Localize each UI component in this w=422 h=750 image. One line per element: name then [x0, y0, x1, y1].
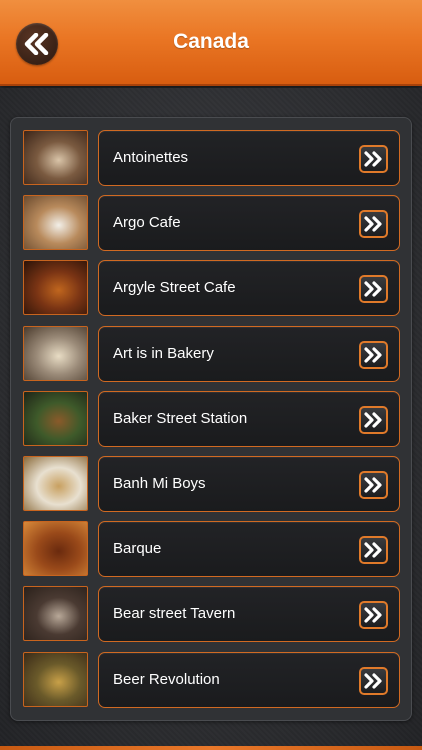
- list-item-button[interactable]: Bear street Tavern: [98, 586, 400, 642]
- arrow-button[interactable]: [359, 536, 388, 564]
- arrow-button[interactable]: [359, 601, 388, 629]
- arrow-button[interactable]: [359, 667, 388, 695]
- double-chevron-right-icon: [363, 477, 382, 493]
- list-item[interactable]: Baker Street Station: [23, 391, 401, 448]
- list-item-label: Antoinettes: [113, 149, 189, 166]
- restaurant-thumbnail: [23, 456, 88, 511]
- arrow-button[interactable]: [359, 341, 388, 369]
- list-item-button[interactable]: Argo Cafe: [98, 195, 400, 251]
- double-chevron-right-icon: [363, 281, 382, 297]
- list-item-label: Art is in Bakery: [113, 345, 214, 362]
- list-item-label: Argo Cafe: [113, 214, 181, 231]
- list-item[interactable]: Beer Revolution: [23, 652, 401, 709]
- header-bar: Canada: [0, 0, 422, 86]
- arrow-button[interactable]: [359, 471, 388, 499]
- arrow-button[interactable]: [359, 145, 388, 173]
- double-chevron-right-icon: [363, 151, 382, 167]
- arrow-button[interactable]: [359, 210, 388, 238]
- restaurant-thumbnail: [23, 391, 88, 446]
- restaurant-thumbnail: [23, 652, 88, 707]
- list-item[interactable]: Argyle Street Cafe: [23, 260, 401, 317]
- arrow-button[interactable]: [359, 406, 388, 434]
- list-item-label: Argyle Street Cafe: [113, 279, 236, 296]
- list-item[interactable]: Art is in Bakery: [23, 326, 401, 383]
- list-item-label: Bear street Tavern: [113, 605, 236, 622]
- list-item-button[interactable]: Antoinettes: [98, 130, 400, 186]
- double-chevron-right-icon: [363, 607, 382, 623]
- double-chevron-right-icon: [363, 542, 382, 558]
- restaurant-thumbnail: [23, 521, 88, 576]
- list-item-button[interactable]: Art is in Bakery: [98, 326, 400, 382]
- double-chevron-right-icon: [363, 216, 382, 232]
- list-item-button[interactable]: Banh Mi Boys: [98, 456, 400, 512]
- list-item[interactable]: Antoinettes: [23, 130, 401, 187]
- double-chevron-right-icon: [363, 412, 382, 428]
- restaurant-thumbnail: [23, 130, 88, 185]
- list-item-button[interactable]: Baker Street Station: [98, 391, 400, 447]
- list-item[interactable]: Barque: [23, 521, 401, 578]
- list-item-label: Beer Revolution: [113, 671, 220, 688]
- list-item[interactable]: Argo Cafe: [23, 195, 401, 252]
- restaurant-thumbnail: [23, 195, 88, 250]
- list-item-label: Baker Street Station: [113, 410, 248, 427]
- list-item[interactable]: Bear street Tavern: [23, 586, 401, 643]
- double-chevron-right-icon: [363, 347, 382, 363]
- list-item-label: Barque: [113, 540, 162, 557]
- restaurant-thumbnail: [23, 586, 88, 641]
- arrow-button[interactable]: [359, 275, 388, 303]
- restaurant-thumbnail: [23, 260, 88, 315]
- double-chevron-right-icon: [363, 673, 382, 689]
- restaurant-thumbnail: [23, 326, 88, 381]
- list-item-button[interactable]: Barque: [98, 521, 400, 577]
- list-item[interactable]: Banh Mi Boys: [23, 456, 401, 513]
- footer-accent: [0, 746, 422, 750]
- list-item-button[interactable]: Argyle Street Cafe: [98, 260, 400, 316]
- page-title: Canada: [173, 30, 249, 53]
- list-item-button[interactable]: Beer Revolution: [98, 652, 400, 708]
- list-item-label: Banh Mi Boys: [113, 475, 206, 492]
